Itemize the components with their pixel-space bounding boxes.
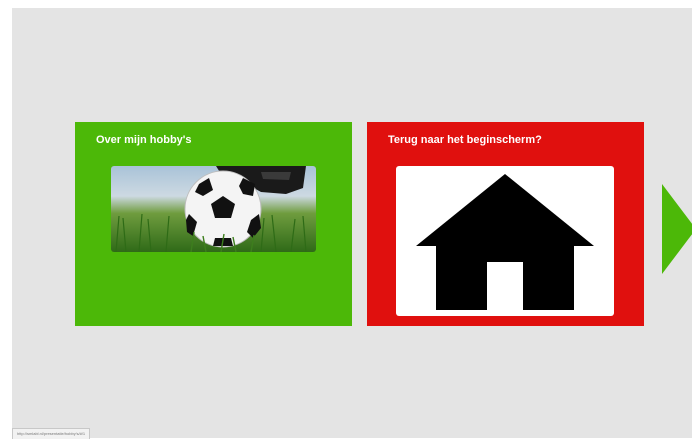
- hobbies-card[interactable]: Over mijn hobby's: [75, 122, 352, 326]
- home-card[interactable]: Terug naar het beginscherm?: [367, 122, 644, 326]
- soccer-ball-photo: [111, 166, 316, 252]
- status-bar-url: http://smlabl.nl/presentatie/hobby's/#/1: [12, 428, 91, 439]
- presentation-stage: Over mijn hobby's Terug naar het beginsc…: [12, 8, 692, 438]
- home-icon: [416, 174, 594, 310]
- next-slide-arrow-icon[interactable]: [662, 184, 692, 274]
- home-panel: [396, 166, 614, 316]
- hobbies-card-title: Over mijn hobby's: [96, 134, 192, 146]
- home-card-title: Terug naar het beginscherm?: [388, 134, 542, 146]
